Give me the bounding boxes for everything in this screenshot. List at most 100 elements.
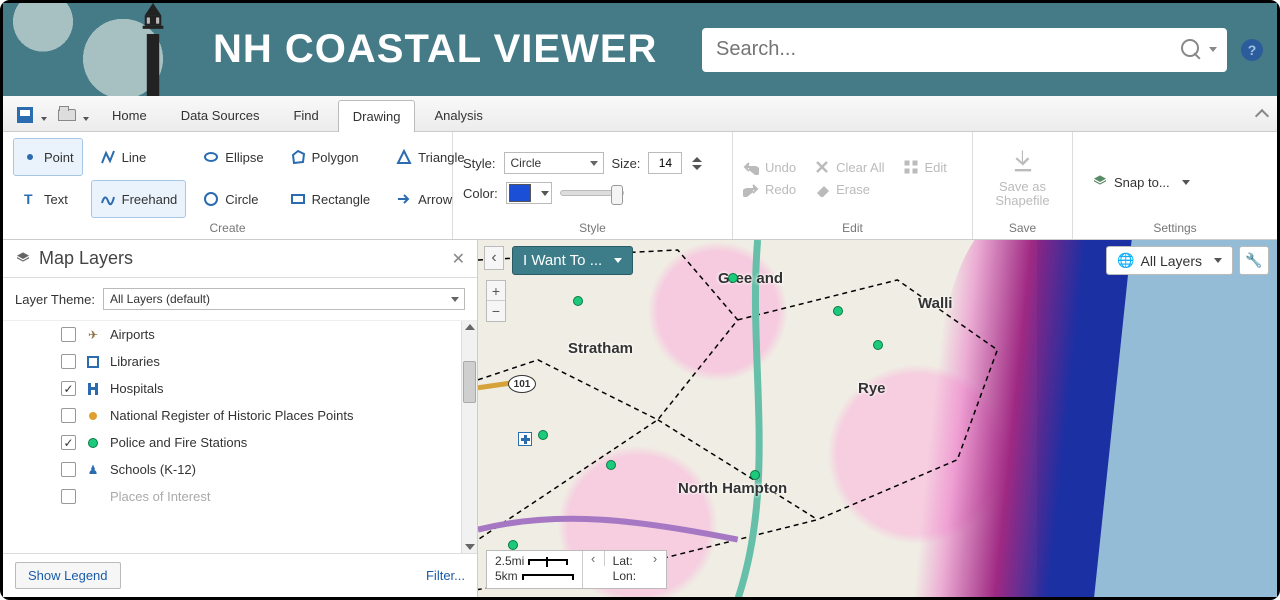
station-marker[interactable] [508, 540, 518, 550]
layer-row: Hospitals [3, 375, 477, 402]
search-dropdown-caret[interactable] [1209, 47, 1217, 52]
layer-row: Places of Interest [3, 483, 477, 510]
layers-icon [1092, 174, 1108, 190]
help-icon[interactable]: ? [1241, 39, 1263, 61]
map-canvas[interactable]: 101 Gree andStrathamWalliRyeNorth Hampto… [478, 240, 1277, 597]
tab-analysis[interactable]: Analysis [419, 99, 497, 131]
group-label-style: Style [463, 218, 722, 239]
all-layers-button[interactable]: 🌐 All Layers [1106, 246, 1233, 275]
tool-point[interactable]: Point [13, 138, 83, 176]
tool-rectangle[interactable]: Rectangle [281, 180, 380, 218]
redo-icon [743, 181, 759, 197]
open-project-icon[interactable] [57, 105, 77, 125]
collapse-ribbon-icon[interactable] [1257, 111, 1267, 121]
tool-text[interactable]: TText [13, 180, 83, 218]
layer-checkbox[interactable] [61, 489, 76, 504]
next-extent-button[interactable]: › [644, 551, 666, 566]
station-marker[interactable] [750, 470, 760, 480]
scroll-thumb[interactable] [463, 361, 476, 403]
layer-checkbox[interactable] [61, 381, 76, 396]
edit-clear[interactable]: Clear All [814, 159, 884, 175]
tab-home[interactable]: Home [97, 99, 162, 131]
route-shield-101: 101 [508, 375, 536, 393]
save-as-shapefile-button[interactable]: Save as Shapefile [983, 138, 1062, 218]
edit-undo[interactable]: Undo [743, 159, 796, 175]
snap-to-button[interactable]: Snap to... [1083, 169, 1199, 195]
tool-ellipse[interactable]: Ellipse [194, 138, 272, 176]
ribbon-group-settings: Snap to... Settings [1073, 132, 1277, 239]
layer-checkbox[interactable] [61, 327, 76, 342]
scale-km: 5km [495, 569, 518, 583]
layer-checkbox[interactable] [61, 462, 76, 477]
i-want-to-button[interactable]: I Want To ... [512, 246, 633, 275]
edit-redo[interactable]: Redo [743, 181, 796, 197]
size-spin-down[interactable] [692, 165, 702, 170]
zoom-in-button[interactable]: + [487, 281, 505, 301]
show-legend-button[interactable]: Show Legend [15, 562, 121, 589]
search-icon[interactable] [1181, 39, 1203, 61]
scrollbar[interactable] [461, 321, 477, 553]
size-label: Size: [612, 156, 641, 171]
opacity-slider[interactable] [560, 190, 624, 196]
group-label-create: Create [13, 218, 442, 239]
tool-polygon[interactable]: Polygon [281, 138, 380, 176]
tab-data-sources[interactable]: Data Sources [166, 99, 275, 131]
save-menu-caret[interactable] [41, 117, 47, 121]
filter-link[interactable]: Filter... [426, 568, 465, 583]
tab-drawing[interactable]: Drawing [338, 100, 416, 132]
ribbon-group-save: Save as Shapefile Save [973, 132, 1073, 239]
layer-symbol-icon: ✈ [86, 328, 100, 342]
drawing-ribbon: PointLineEllipsePolygonTriangleTTextFree… [3, 132, 1277, 240]
svg-text:T: T [24, 191, 33, 207]
size-input[interactable] [648, 152, 682, 174]
scroll-up-icon[interactable] [465, 324, 475, 330]
layer-symbol-icon [86, 436, 100, 450]
tool-freehand[interactable]: Freehand [91, 180, 187, 218]
station-marker[interactable] [728, 273, 738, 283]
polygon-icon [290, 149, 306, 165]
station-marker[interactable] [538, 430, 548, 440]
layer-theme-select[interactable]: All Layers (default) [103, 288, 465, 310]
prev-extent-button[interactable]: ‹ [583, 551, 605, 566]
style-select[interactable]: Circle [504, 152, 604, 174]
wrench-icon: 🔧 [1245, 252, 1262, 269]
lon-label: Lon: [613, 569, 636, 585]
open-menu-caret[interactable] [83, 117, 89, 121]
style-label: Style: [463, 156, 496, 171]
station-marker[interactable] [606, 460, 616, 470]
layer-row: National Register of Historic Places Poi… [3, 402, 477, 429]
station-marker[interactable] [873, 340, 883, 350]
layer-row: ✈Airports [3, 321, 477, 348]
map-tools-button[interactable]: 🔧 [1239, 246, 1269, 275]
all-layers-caret-icon [1214, 258, 1222, 263]
layers-panel-icon [15, 251, 31, 267]
layer-label: Police and Fire Stations [110, 435, 247, 450]
tool-line[interactable]: Line [91, 138, 187, 176]
size-spin-up[interactable] [692, 157, 702, 162]
layer-checkbox[interactable] [61, 354, 76, 369]
edit-edit[interactable]: Edit [903, 159, 947, 175]
tool-circle[interactable]: Circle [194, 180, 272, 218]
search-box[interactable] [702, 28, 1227, 72]
color-caret-icon [541, 191, 549, 196]
layer-checkbox[interactable] [61, 435, 76, 450]
station-marker[interactable] [573, 296, 583, 306]
layer-symbol-icon [86, 355, 100, 369]
scroll-down-icon[interactable] [465, 544, 475, 550]
expand-panel-button[interactable]: ‹ [484, 246, 504, 270]
save-project-icon[interactable] [15, 105, 35, 125]
hospital-marker[interactable] [518, 432, 532, 446]
globe-icon: 🌐 [1117, 252, 1134, 269]
tab-find[interactable]: Find [278, 99, 333, 131]
close-icon[interactable]: ✕ [452, 249, 465, 269]
station-marker[interactable] [833, 306, 843, 316]
layer-checkbox[interactable] [61, 408, 76, 423]
search-input[interactable] [716, 38, 1181, 61]
layer-label: Places of Interest [110, 489, 210, 504]
group-label-edit: Edit [743, 218, 962, 239]
layer-label: Libraries [110, 354, 160, 369]
color-picker[interactable] [506, 182, 552, 204]
edit-erase[interactable]: Erase [814, 181, 884, 197]
zoom-out-button[interactable]: − [487, 301, 505, 321]
main-area: Map Layers ✕ Layer Theme: All Layers (de… [3, 240, 1277, 597]
